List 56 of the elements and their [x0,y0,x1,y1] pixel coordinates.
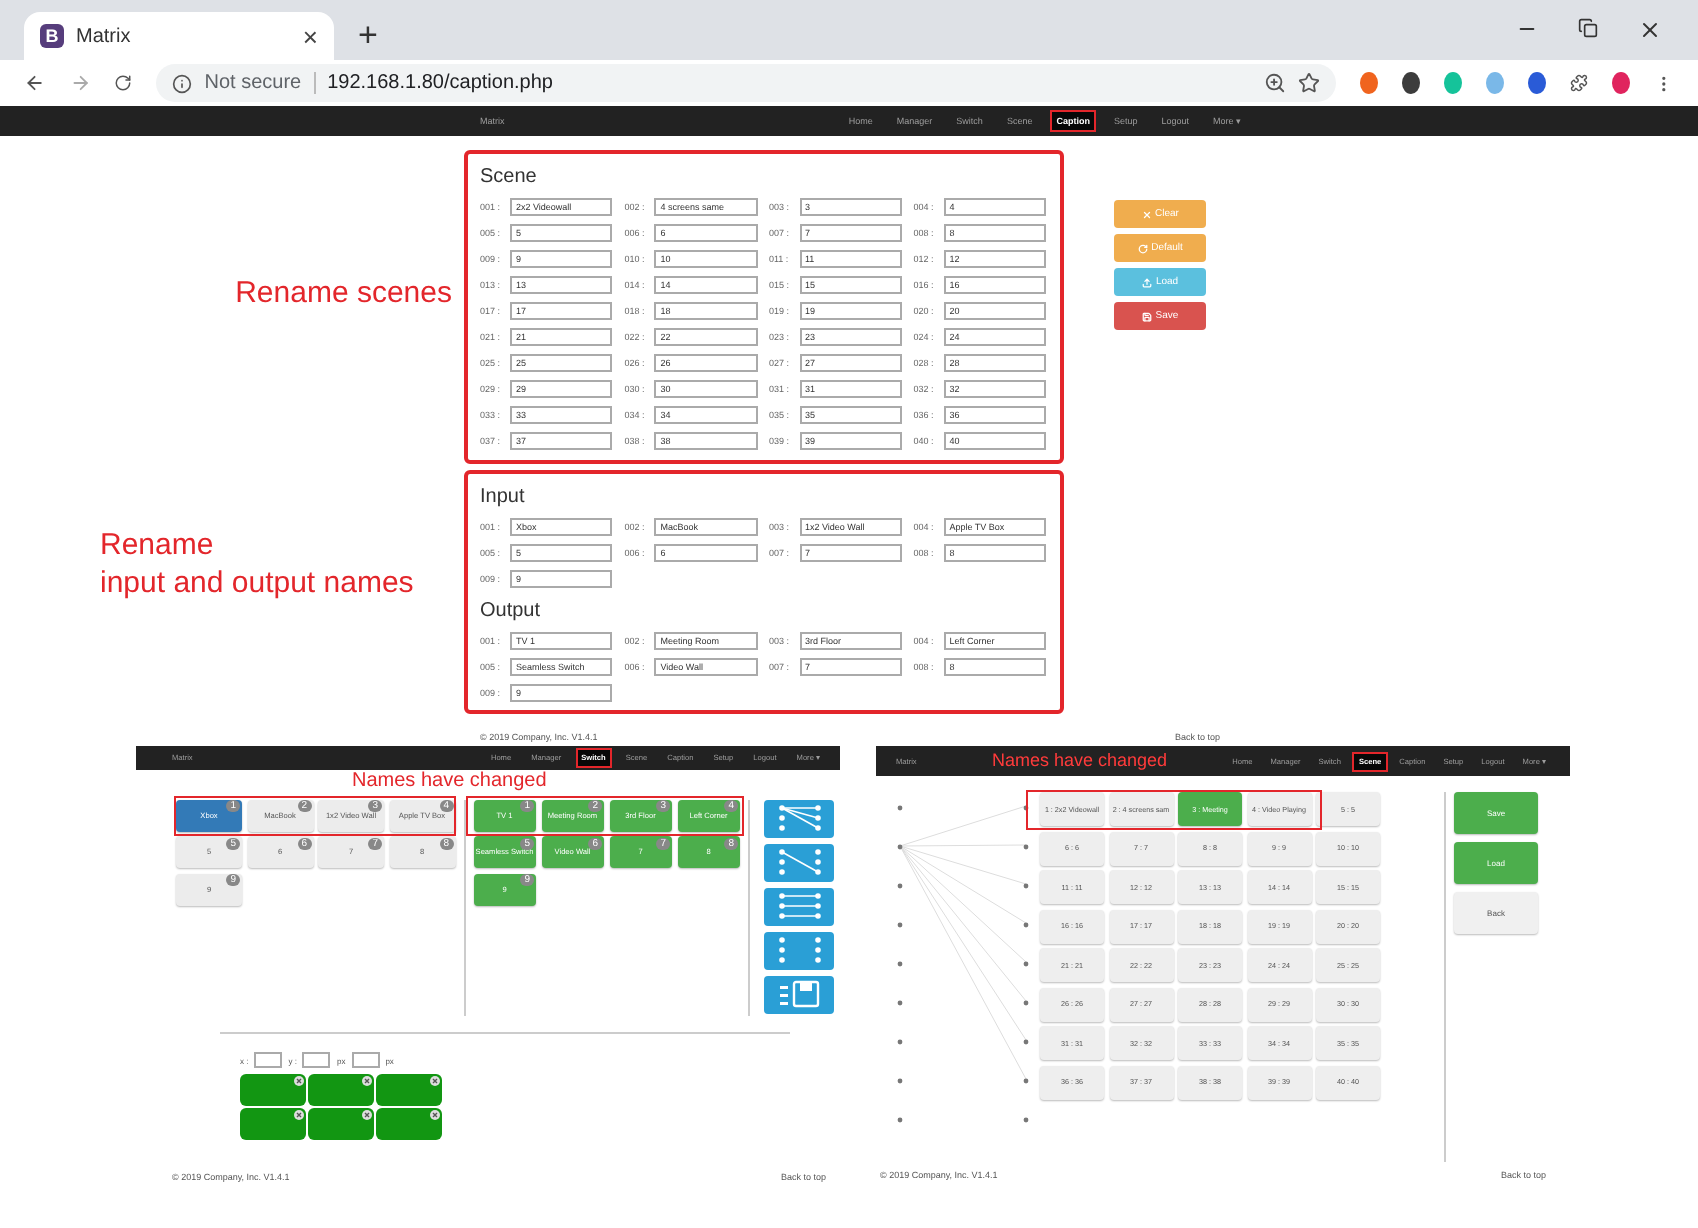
annotation-text: Rename [100,525,216,564]
close-icon [1141,209,1152,219]
routing-icon [775,892,823,921]
size-field[interactable] [351,1052,380,1068]
browser-tab[interactable]: B Matrix × [24,12,334,60]
close-icon[interactable] [294,1076,304,1086]
new-tab-button[interactable]: + [350,12,386,60]
extension-icon[interactable] [1612,72,1631,94]
window-tile[interactable] [376,1074,442,1106]
tool-button[interactable] [764,887,834,926]
tab-title: Matrix [76,25,133,47]
site-favicon: B [40,24,64,48]
routing-icon [775,936,823,965]
annotation-text: Names have changed [350,769,549,794]
tool-button[interactable] [764,799,834,838]
address-bar[interactable]: Not secure 192.168.1.80/caption.php [156,64,1337,102]
close-icon[interactable] [430,1110,440,1120]
y-field[interactable] [302,1052,331,1068]
tool-button[interactable] [764,843,834,882]
window-tile[interactable] [240,1074,306,1106]
close-icon[interactable] [430,1076,440,1086]
window-tile[interactable] [308,1074,374,1106]
section-title: Input [480,486,527,508]
extensions-icon[interactable] [1570,72,1589,94]
section-title: Output [480,600,543,622]
security-label: Not secure [204,72,302,94]
bookmark-star-icon[interactable] [1298,72,1321,94]
tool-button[interactable] [764,975,834,1014]
back-icon[interactable] [24,70,46,96]
annotation-text: Rename scenes [235,274,454,313]
close-icon[interactable] [362,1110,372,1120]
tab-close-button[interactable]: × [302,23,318,49]
routing-icon [775,848,823,877]
floppy-disk-icon [775,980,823,1009]
extension-icon[interactable] [1402,72,1421,94]
info-icon [172,73,193,93]
annotation-text: Names have changed [992,750,1168,770]
restore-icon[interactable] [1578,18,1598,38]
close-icon[interactable] [294,1110,304,1120]
reset-icon [1137,243,1148,253]
reload-icon[interactable] [114,72,133,94]
close-icon[interactable] [362,1076,372,1086]
extension-icon[interactable] [1528,72,1547,94]
close-icon[interactable] [1638,18,1662,42]
window-tile[interactable] [308,1108,374,1140]
tool-button[interactable] [764,931,834,970]
section-title: Scene [480,166,539,188]
url-text: 192.168.1.80/caption.php [313,72,1253,94]
window-tile[interactable] [240,1108,306,1140]
routing-icon [775,804,823,833]
window-tile[interactable] [376,1108,442,1140]
x-field[interactable] [254,1052,283,1068]
upload-icon [1141,277,1152,287]
save-icon [1141,311,1152,321]
zoom-icon[interactable] [1264,72,1287,94]
annotation-text: input and output names [100,564,416,603]
